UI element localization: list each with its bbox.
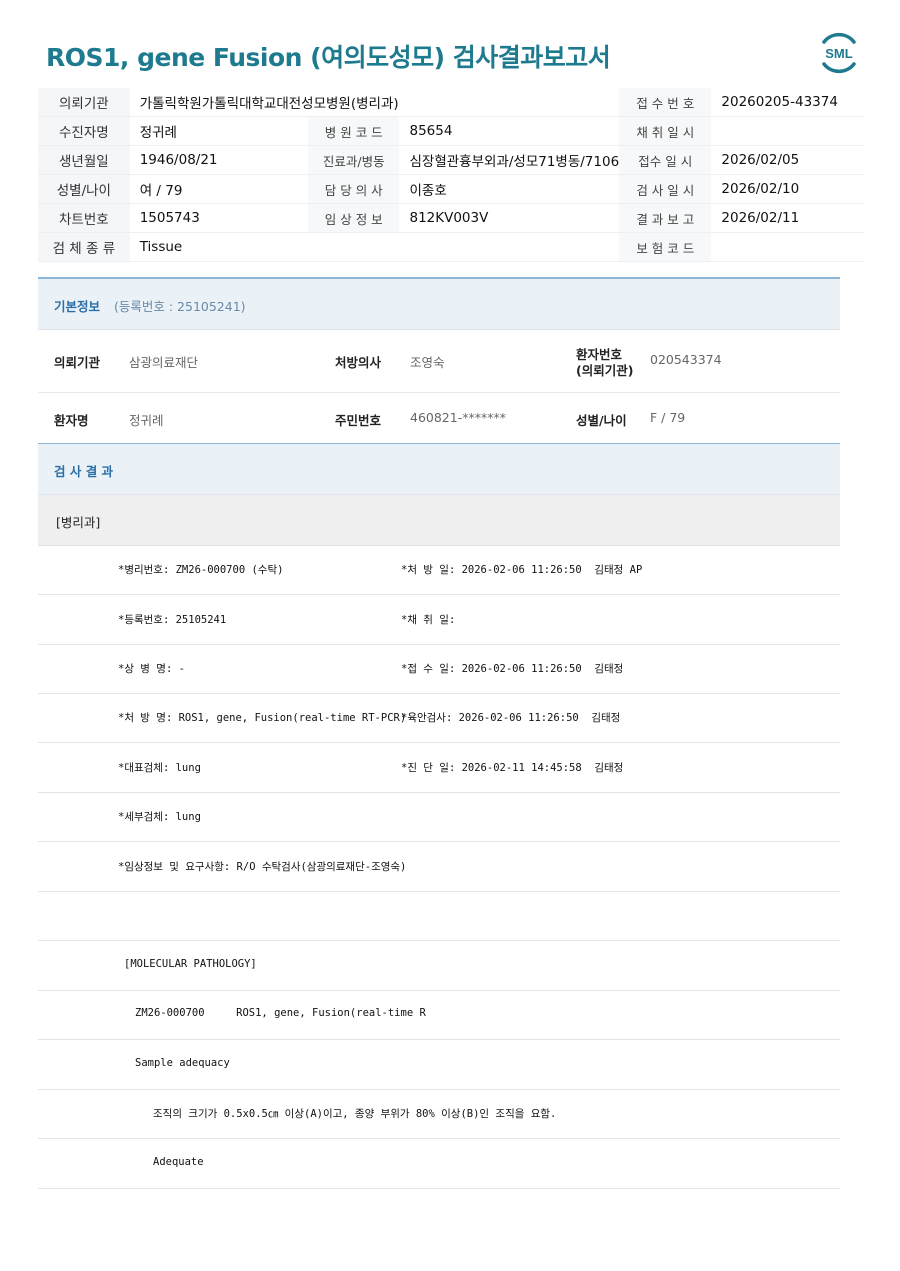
result-left-text: *병리번호: ZM26-000700 (수탁) — [118, 564, 284, 576]
department-label: [병리과] — [56, 515, 101, 530]
org-label: 의뢰기관 — [54, 355, 101, 370]
info-label: 검 사 일 시 — [619, 174, 712, 204]
info-label: 접 수 번 호 — [619, 88, 712, 117]
patient-info-row: 성별/나이 여 / 79 담 당 의 사 이종호 검 사 일 시 2026/02/10 — [38, 174, 864, 204]
info-label: 담 당 의 사 — [307, 174, 400, 204]
result-row: *상 병 명: - *접 수 일: 2026-02-06 11:26:50 김태… — [38, 644, 840, 694]
result-left-text: *등록번호: 25105241 — [118, 614, 227, 626]
basic-info-row-1: 의뢰기관 삼광의료재단 처방의사 조영숙 환자번호 (의뢰기관) 0205433… — [38, 328, 840, 393]
info-value: 1505743 — [129, 203, 308, 233]
doctor-label: 처방의사 — [335, 355, 382, 370]
sex-age-value: F / 79 — [650, 410, 686, 425]
patient-info-row: 생년월일 1946/08/21 진료과/병동 심장혈관흉부외과/성모71병동/7106… — [38, 145, 864, 175]
info-label: 수진자명 — [38, 116, 130, 146]
info-value: 2026/02/10 — [711, 174, 864, 204]
result-row: *등록번호: 25105241 *채 취 일: — [38, 595, 840, 645]
info-value: 1946/08/21 — [129, 145, 308, 175]
result-row: *처 방 명: ROS1, gene, Fusion(real-time RT-… — [38, 693, 840, 743]
info-label: 생년월일 — [38, 145, 130, 175]
info-value: 2026/02/05 — [711, 145, 864, 175]
info-value: 심장혈관흉부외과/성모71병동/7106 — [399, 145, 620, 175]
result-left-text: *세부검체: lung — [118, 811, 201, 823]
info-label: 성별/나이 — [38, 174, 130, 204]
result-left-text: *임상정보 및 요구사항: R/O 수탁검사(삼광의료재단-조영숙) — [118, 861, 407, 873]
info-label: 채 취 일 시 — [619, 116, 712, 146]
result-right-text: *채 취 일: — [401, 614, 456, 626]
info-value: 정귀례 — [129, 116, 308, 146]
info-label: 병 원 코 드 — [307, 116, 400, 146]
result-row: [MOLECULAR PATHOLOGY] — [38, 941, 840, 991]
patient-no-value: 020543374 — [650, 352, 722, 367]
result-left-text: *상 병 명: - — [118, 663, 185, 675]
patient-info-row: 수진자명 정귀례 병 원 코 드 85654 채 취 일 시 — [38, 116, 864, 146]
patient-name-value: 정귀례 — [129, 413, 164, 428]
info-value: Tissue — [129, 232, 620, 262]
result-right-text: *진 단 일: 2026-02-11 14:45:58 김태정 — [401, 762, 624, 774]
patient-info-row: 의뢰기관 가톨릭학원가톨릭대학교대전성모병원(병리과) 접 수 번 호 2026020… — [38, 88, 864, 117]
info-value: 20260205-43374 — [711, 88, 864, 117]
info-label: 접수 일 시 — [619, 145, 712, 175]
info-value: 2026/02/11 — [711, 203, 864, 233]
result-left-text: *처 방 명: ROS1, gene, Fusion(real-time RT-… — [118, 712, 407, 724]
test-code-line: ZM26-000700 ROS1, gene, Fusion(real-time… — [135, 1007, 426, 1019]
result-row: ZM26-000700 ROS1, gene, Fusion(real-time… — [38, 990, 840, 1040]
rrn-value: 460821-******* — [410, 410, 506, 425]
info-label: 결 과 보 고 — [619, 203, 712, 233]
result-row: *세부검체: lung — [38, 792, 840, 842]
result-row: 조직의 크기가 0.5x0.5㎝ 이상(A)이고, 종양 부위가 80% 이상(… — [38, 1089, 840, 1139]
info-value: 가톨릭학원가톨릭대학교대전성모병원(병리과) — [129, 88, 620, 117]
info-value: 이종호 — [399, 174, 620, 204]
basic-info-header: 기본정보 (등록번호 : 25105241) — [38, 277, 840, 330]
result-row: *병리번호: ZM26-000700 (수탁) *처 방 일: 2026-02-… — [38, 545, 840, 595]
info-value — [711, 232, 864, 262]
molecular-pathology-heading: [MOLECULAR PATHOLOGY] — [124, 958, 257, 970]
adequacy-result: Adequate — [153, 1156, 204, 1168]
result-left-text: *대표검체: lung — [118, 762, 201, 774]
result-right-text: *처 방 일: 2026-02-06 11:26:50 김태정 AP — [401, 564, 643, 576]
info-value: 여 / 79 — [129, 174, 308, 204]
sample-adequacy-label: Sample adequacy — [135, 1057, 230, 1069]
logo-text: SML — [825, 46, 853, 61]
rrn-label: 주민번호 — [335, 413, 382, 428]
result-right-text: *접 수 일: 2026-02-06 11:26:50 김태정 — [401, 663, 624, 675]
info-value — [711, 116, 864, 146]
adequacy-criteria: 조직의 크기가 0.5x0.5㎝ 이상(A)이고, 종양 부위가 80% 이상(… — [153, 1108, 557, 1120]
department-band: [병리과] — [38, 495, 840, 546]
result-title: 검 사 결 과 — [54, 464, 114, 479]
info-label: 진료과/병동 — [307, 145, 400, 175]
result-right-text: *육안검사: 2026-02-06 11:26:50 김태정 — [401, 712, 621, 724]
info-label: 보 험 코 드 — [619, 232, 712, 262]
patient-info-table: 의뢰기관 가톨릭학원가톨릭대학교대전성모병원(병리과) 접 수 번 호 2026020… — [38, 88, 864, 262]
registration-number: (등록번호 : 25105241) — [114, 299, 246, 314]
patient-info-row: 검 체 종 류 Tissue 보 험 코 드 — [38, 232, 864, 262]
result-row: Adequate — [38, 1139, 840, 1189]
basic-info-title: 기본정보 — [54, 299, 101, 314]
sml-logo: SML — [816, 30, 862, 76]
result-row: *임상정보 및 요구사항: R/O 수탁검사(삼광의료재단-조영숙) — [38, 842, 840, 892]
basic-info-row-2: 환자명 정귀례 주민번호 460821-******* 성별/나이 F / 79 — [38, 393, 840, 445]
info-label: 차트번호 — [38, 203, 130, 233]
patient-name-label: 환자명 — [54, 413, 89, 428]
info-value: 812KV003V — [399, 203, 620, 233]
info-label: 임 상 정 보 — [307, 203, 400, 233]
patient-info-row: 차트번호 1505743 임 상 정 보 812KV003V 결 과 보 고 2026/0… — [38, 203, 864, 233]
report-title: ROS1, gene Fusion (여의도성모) 검사결과보고서 — [46, 43, 611, 72]
sex-age-label: 성별/나이 — [576, 413, 627, 428]
info-value: 85654 — [399, 116, 620, 146]
blank-row — [38, 891, 840, 941]
result-row: Sample adequacy — [38, 1040, 840, 1090]
doctor-value: 조영숙 — [410, 355, 445, 370]
result-row: *대표검체: lung *진 단 일: 2026-02-11 14:45:58 … — [38, 743, 840, 793]
info-label: 검 체 종 류 — [38, 232, 130, 262]
result-header: 검 사 결 과 — [38, 444, 840, 495]
info-label: 의뢰기관 — [38, 88, 130, 117]
org-value: 삼광의료재단 — [129, 355, 199, 370]
patient-no-label-sub: (의뢰기관) — [576, 363, 634, 378]
